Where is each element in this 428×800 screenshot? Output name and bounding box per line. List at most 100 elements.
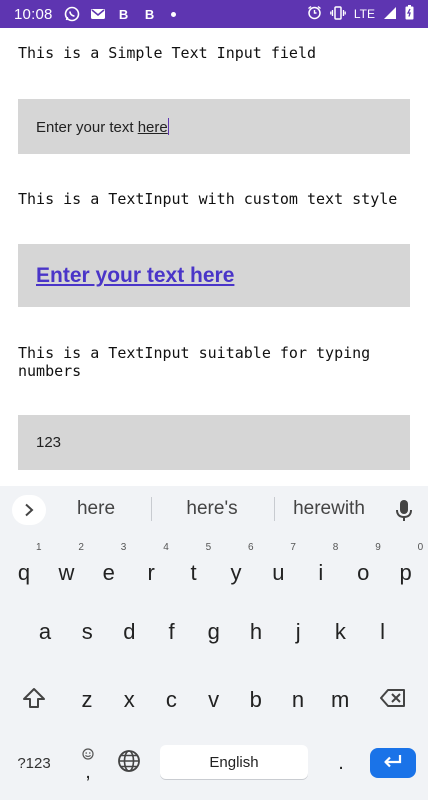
custom-style-text-input[interactable]: Enter your text here <box>18 244 410 307</box>
whatsapp-icon <box>63 5 81 23</box>
key-x[interactable]: x <box>109 676 149 724</box>
key-label: l <box>380 619 386 644</box>
key-label: k <box>334 619 346 644</box>
gmail-icon <box>89 5 107 23</box>
number-input-label: This is a TextInput suitable for typing … <box>18 344 371 380</box>
backspace-icon <box>379 688 407 713</box>
comma-key[interactable]: , <box>72 742 104 784</box>
key-g[interactable]: g <box>194 608 234 656</box>
key-r[interactable]: 4r <box>131 542 171 592</box>
key-h[interactable]: h <box>236 608 276 656</box>
battery-icon <box>405 5 414 23</box>
backspace-key[interactable] <box>372 676 414 724</box>
key-label: c <box>165 687 177 712</box>
key-hint-0: 0 <box>417 542 424 553</box>
custom-style-input-label: This is a TextInput with custom text sty… <box>18 190 398 208</box>
language-key[interactable] <box>114 748 144 778</box>
key-label: d <box>123 619 136 644</box>
key-label: e <box>102 560 115 585</box>
text-cursor <box>167 117 169 135</box>
key-label: f <box>168 619 175 644</box>
key-y[interactable]: 6y <box>216 542 256 592</box>
key-label: x <box>123 687 135 712</box>
key-b[interactable]: b <box>236 676 276 724</box>
key-label: n <box>291 687 305 712</box>
key-n[interactable]: n <box>278 676 318 724</box>
key-label: a <box>38 619 52 644</box>
key-label: o <box>357 560 370 585</box>
vibrate-icon <box>330 5 346 23</box>
key-s[interactable]: s <box>67 608 107 656</box>
key-m[interactable]: m <box>320 676 360 724</box>
key-w[interactable]: 2w <box>46 542 86 592</box>
microphone-icon[interactable] <box>394 499 414 523</box>
key-hint-8: 8 <box>332 542 339 553</box>
key-a[interactable]: a <box>25 608 65 656</box>
signal-icon <box>383 6 397 23</box>
key-d[interactable]: d <box>109 608 149 656</box>
key-label: u <box>272 560 285 585</box>
simple-text-input[interactable]: Enter your text here <box>18 99 410 154</box>
key-label: q <box>17 560 31 585</box>
key-hint-1: 1 <box>36 542 42 553</box>
status-bar: 10:08 B B LTE <box>0 0 428 28</box>
key-label: b <box>249 687 262 712</box>
key-p[interactable]: 0p <box>386 542 426 592</box>
key-hint-9: 9 <box>375 542 381 553</box>
symbols-key[interactable]: ?123 <box>6 748 62 778</box>
period-key[interactable]: . <box>326 748 356 778</box>
key-hint-5: 5 <box>205 542 212 553</box>
key-j[interactable]: j <box>278 608 318 656</box>
enter-icon <box>382 753 404 774</box>
lte-label: LTE <box>353 7 375 21</box>
key-label: v <box>208 687 220 712</box>
key-e[interactable]: 3e <box>89 542 129 592</box>
globe-icon <box>117 749 141 778</box>
key-hint-6: 6 <box>248 542 254 553</box>
key-hint-3: 3 <box>120 542 127 553</box>
number-input-value: 123 <box>36 434 62 451</box>
alarm-icon <box>307 5 322 23</box>
key-u[interactable]: 7u <box>258 542 298 592</box>
number-text-input[interactable]: 123 <box>18 415 410 470</box>
shift-key[interactable] <box>14 676 54 724</box>
key-label: y <box>230 560 242 585</box>
key-i[interactable]: 8i <box>301 542 341 592</box>
key-label: g <box>207 619 220 644</box>
key-o[interactable]: 9o <box>343 542 383 592</box>
enter-key[interactable] <box>370 748 416 778</box>
key-c[interactable]: c <box>151 676 191 724</box>
simple-input-value: Enter your text here <box>36 117 169 136</box>
comma-label: , <box>85 761 91 783</box>
custom-input-value: Enter your text here <box>36 263 235 287</box>
suggestion-3[interactable]: herewith <box>269 498 389 520</box>
key-label: j <box>295 619 301 644</box>
b-icon: B <box>144 6 155 22</box>
key-label: p <box>399 560 412 585</box>
key-l[interactable]: l <box>363 608 403 656</box>
key-label: m <box>331 687 350 712</box>
suggestion-2[interactable]: here's <box>152 498 272 520</box>
key-label: z <box>81 687 93 712</box>
suggestion-bar: here here's herewith <box>0 486 428 532</box>
key-label: s <box>81 619 93 644</box>
key-k[interactable]: k <box>320 608 360 656</box>
key-label: w <box>58 560 75 585</box>
key-hint-2: 2 <box>78 542 84 553</box>
key-hint-4: 4 <box>163 542 169 553</box>
key-z[interactable]: z <box>67 676 107 724</box>
soft-keyboard: here here's herewith 1q2w3e4r5t6y7u8i9o0… <box>0 486 428 800</box>
key-label: h <box>249 619 263 644</box>
dot-icon <box>170 11 176 17</box>
key-t[interactable]: 5t <box>174 542 214 592</box>
key-q[interactable]: 1q <box>4 542 44 592</box>
suggestion-1[interactable]: here <box>36 498 156 520</box>
key-v[interactable]: v <box>194 676 234 724</box>
b-icon: B <box>118 6 129 22</box>
status-time: 10:08 <box>14 5 53 23</box>
key-label: r <box>147 560 155 585</box>
key-label: i <box>318 560 324 585</box>
key-label: t <box>190 560 197 585</box>
space-key[interactable]: English <box>160 745 308 779</box>
key-f[interactable]: f <box>152 608 192 656</box>
